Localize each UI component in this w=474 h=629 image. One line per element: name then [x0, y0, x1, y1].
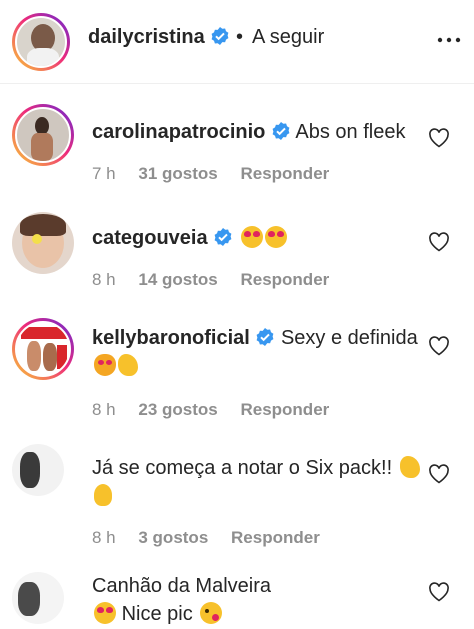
like-heart-icon[interactable] [428, 464, 450, 484]
flexed-biceps-emoji [118, 354, 138, 376]
verified-badge-icon [257, 328, 274, 346]
more-options-icon[interactable] [434, 30, 464, 50]
author-username[interactable]: dailycristina [88, 26, 230, 49]
like-heart-icon[interactable] [428, 582, 450, 602]
post-header: dailycristina • A seguir [0, 0, 474, 84]
comment-body: Sexy e definida [280, 327, 418, 349]
like-heart-icon[interactable] [428, 232, 450, 252]
commenter-username[interactable]: kellybaronoficial [92, 327, 250, 349]
reply-button[interactable]: Responder [240, 164, 329, 183]
verified-badge-icon [214, 228, 232, 246]
comment-text: carolinapatrocinio Abs on fleek [92, 118, 422, 146]
verified-badge-icon [272, 122, 290, 140]
comment-likes[interactable]: 23 gostos [138, 400, 217, 419]
author-username-text[interactable]: dailycristina [88, 26, 205, 48]
comment-text: Canhão da Malveira Nice pic [92, 572, 432, 628]
header-separator: • [236, 26, 244, 48]
comment-likes[interactable]: 31 gostos [138, 164, 217, 183]
comment-text: Já se começa a notar o Six pack!! [92, 454, 432, 510]
heart-eyes-emoji [240, 226, 263, 248]
heart-eyes-emoji [264, 226, 287, 248]
ok-hand-emoji [94, 484, 112, 506]
comment-meta: 8 h 23 gostos Responder [92, 400, 347, 420]
comment-body-line2: Nice pic [121, 603, 193, 625]
reply-button[interactable]: Responder [240, 270, 329, 289]
like-heart-icon[interactable] [428, 336, 450, 356]
like-heart-icon[interactable] [428, 128, 450, 148]
following-button[interactable]: A seguir [252, 26, 324, 49]
commenter-username[interactable]: carolinapatrocinio [92, 121, 265, 143]
verified-badge-icon [211, 27, 229, 45]
heart-eyes-emoji [94, 602, 116, 624]
commenter-avatar[interactable] [12, 318, 74, 380]
author-avatar[interactable] [12, 13, 70, 71]
commenter-avatar[interactable] [12, 104, 74, 166]
reply-button[interactable]: Responder [240, 400, 329, 419]
comment-meta: 7 h 31 gostos Responder [92, 164, 347, 184]
commenter-avatar[interactable] [12, 212, 74, 274]
comment-time[interactable]: 8 h [92, 270, 116, 289]
commenter-avatar[interactable] [12, 444, 64, 496]
comment-body: Canhão da Malveira [92, 575, 271, 597]
commenter-username[interactable]: categouveia [92, 227, 208, 249]
comment-text: kellybaronoficial Sexy e definida [92, 324, 422, 380]
comment-body: Abs on fleek [295, 121, 406, 143]
comment-time[interactable]: 8 h [92, 400, 116, 419]
comment-meta: 8 h 3 gostos Responder [92, 528, 338, 548]
comment-time[interactable]: 8 h [92, 528, 116, 547]
comment-body: Já se começa a notar o Six pack!! [92, 457, 393, 479]
flexed-biceps-emoji [399, 456, 420, 478]
commenter-avatar[interactable] [12, 572, 64, 624]
comment-time[interactable]: 7 h [92, 164, 116, 183]
comment-likes[interactable]: 3 gostos [138, 528, 208, 547]
comment-text: categouveia [92, 224, 422, 252]
reply-button[interactable]: Responder [231, 528, 320, 547]
comment-likes[interactable]: 14 gostos [138, 270, 217, 289]
heart-eyes-cat-emoji [94, 354, 116, 376]
comment-meta: 8 h 14 gostos Responder [92, 270, 347, 290]
wink-kiss-emoji [200, 602, 223, 624]
